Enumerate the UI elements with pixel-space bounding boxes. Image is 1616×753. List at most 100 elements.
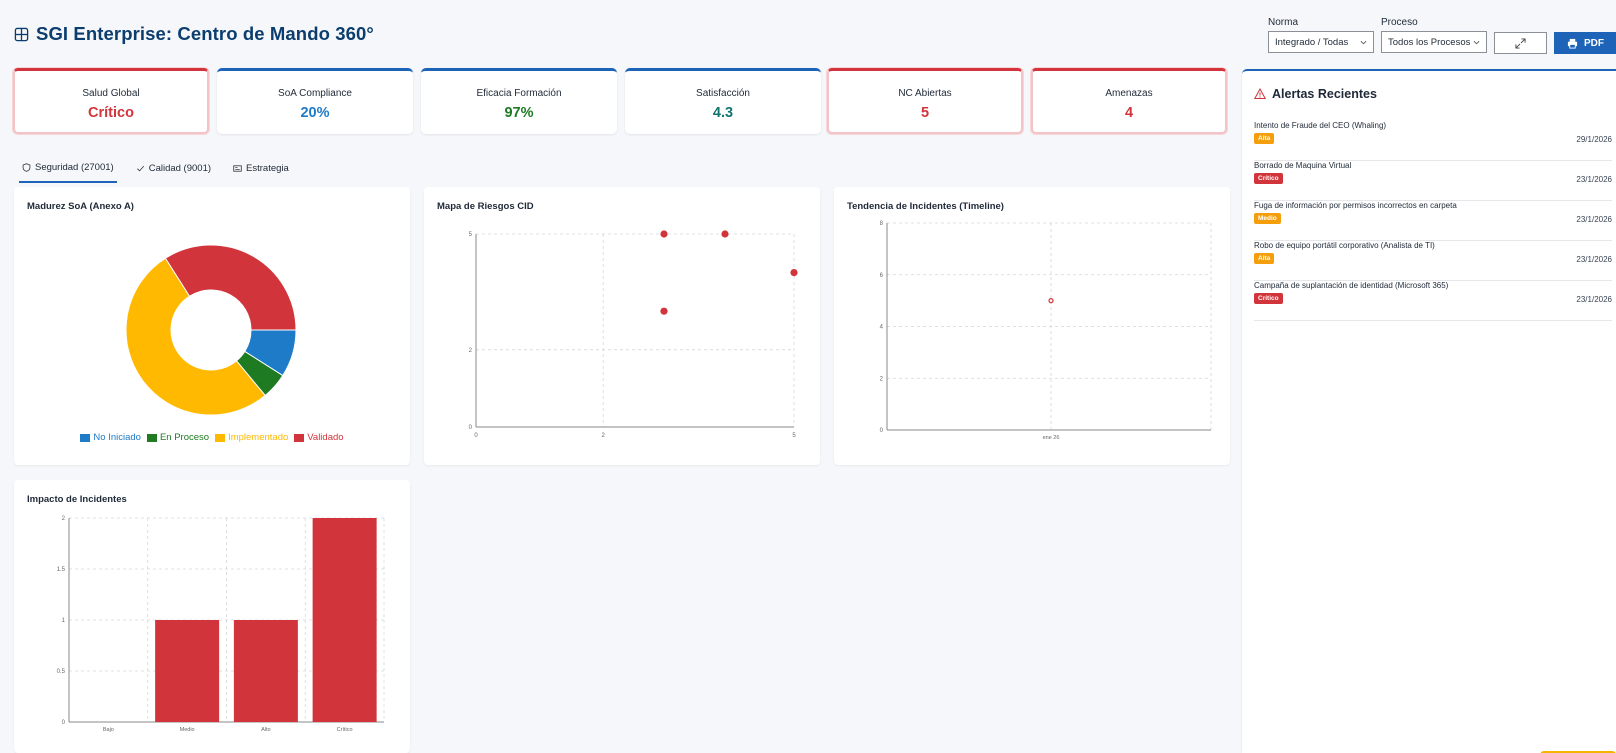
x-tick-label: 2: [602, 433, 606, 439]
alert-title: Intento de Fraude del CEO (Whaling): [1254, 121, 1387, 130]
y-tick-label: 0: [62, 720, 66, 726]
y-tick-label: 2: [62, 516, 66, 522]
alert-title: Campaña de suplantación de identidad (Mi…: [1254, 281, 1449, 290]
tab-label: Seguridad (27001): [35, 162, 114, 173]
kpi-salud-global: Salud Global Crítico: [13, 68, 209, 134]
chevron-down-icon: [1360, 40, 1367, 44]
shield-icon: [22, 163, 31, 172]
y-tick-label: 2: [880, 376, 884, 382]
alert-date: 23/1/2026: [1576, 175, 1612, 184]
y-tick-label: 4: [880, 325, 884, 331]
alert-item[interactable]: Campaña de suplantación de identidad (Mi…: [1254, 281, 1612, 321]
legend-label: En Proceso: [159, 432, 210, 443]
pdf-label: PDF: [1584, 37, 1604, 49]
chevron-down-icon: [1473, 40, 1480, 44]
x-tick-label: Medio: [180, 727, 195, 733]
tab-calidad[interactable]: Calidad (9001): [133, 160, 214, 183]
legend-item[interactable]: Implementado: [215, 432, 288, 443]
alert-title: Borrado de Maquina Virtual: [1254, 161, 1352, 170]
alerts-title: Alertas Recientes: [1272, 87, 1377, 101]
page-title-group: SGI Enterprise: Centro de Mando 360°: [14, 23, 374, 45]
tendencia-panel: Tendencia de Incidentes (Timeline) 02468…: [834, 187, 1230, 465]
x-tick-label: Crítico: [337, 727, 353, 733]
kpi-value: Crítico: [88, 105, 134, 121]
kpi-label: Satisfacción: [696, 88, 750, 99]
kpi-label: Amenazas: [1105, 88, 1153, 99]
x-tick-label: 5: [792, 433, 796, 439]
proceso-filter: Proceso Todos los Procesos: [1381, 17, 1487, 53]
bar: [155, 620, 220, 722]
alerts-panel: Alertas Recientes Intento de Fraude del …: [1242, 69, 1616, 753]
norma-select[interactable]: Integrado / Todas: [1268, 31, 1374, 53]
y-tick-label: 6: [880, 273, 884, 279]
severity-badge: Alta: [1254, 253, 1275, 264]
kpi-eficacia-formacion: Eficacia Formación 97%: [421, 68, 617, 134]
kpi-label: SoA Compliance: [278, 88, 352, 99]
kpi-value: 20%: [300, 105, 330, 121]
y-tick-label: 0.5: [57, 669, 66, 675]
severity-badge: Crítico: [1254, 293, 1283, 304]
kpi-amenazas: Amenazas 4: [1031, 68, 1227, 134]
y-tick-label: 1: [62, 618, 66, 624]
proceso-label: Proceso: [1381, 17, 1418, 28]
bar: [312, 518, 377, 722]
x-tick-label: ene 26: [1043, 435, 1060, 441]
id-card-icon: [233, 165, 242, 172]
kpi-label: Salud Global: [82, 88, 140, 99]
alert-item[interactable]: Fuga de información por permisos incorre…: [1254, 201, 1612, 241]
alert-item[interactable]: Borrado de Maquina Virtual Crítico 23/1/…: [1254, 161, 1612, 201]
legend-item[interactable]: En Proceso: [146, 432, 210, 443]
severity-badge: Medio: [1254, 213, 1281, 224]
riesgos-panel: Mapa de Riesgos CID 025025: [424, 187, 820, 465]
timeline-chart: 0 2 4 6 8 ene 26: [880, 221, 1212, 441]
alert-date: 29/1/2026: [1576, 135, 1612, 144]
check-icon: [136, 165, 144, 172]
proceso-select[interactable]: Todos los Procesos: [1381, 31, 1487, 53]
legend-label: Implementado: [228, 432, 289, 443]
legend-item[interactable]: Validado: [294, 432, 344, 443]
bar: [233, 620, 298, 722]
alert-date: 23/1/2026: [1576, 295, 1612, 304]
tab-label: Calidad (9001): [148, 163, 212, 174]
legend-swatch: [80, 433, 91, 442]
data-point: [721, 230, 729, 238]
printer-icon: [1567, 38, 1578, 49]
data-point: [790, 269, 798, 277]
kpi-nc-abiertas: NC Abiertas 5: [827, 68, 1023, 134]
tab-seguridad[interactable]: Seguridad (27001): [19, 160, 117, 183]
fullscreen-button[interactable]: [1494, 32, 1547, 54]
soa-donut-chart: [125, 244, 297, 416]
y-tick-label: 8: [880, 221, 884, 227]
alert-item[interactable]: Intento de Fraude del CEO (Whaling) Alta…: [1254, 121, 1612, 161]
kpi-value: 4.3: [712, 105, 734, 121]
kpi-value: 4: [1124, 105, 1134, 121]
kpi-soa-compliance: SoA Compliance 20%: [217, 68, 413, 134]
expand-icon: [1515, 37, 1526, 49]
pdf-button[interactable]: PDF: [1554, 32, 1616, 54]
severity-badge: Alta: [1254, 133, 1275, 144]
severity-badge: Crítico: [1254, 173, 1283, 184]
y-tick-label: 1.5: [57, 567, 66, 573]
alert-item[interactable]: Robo de equipo portátil corporativo (Ana…: [1254, 241, 1612, 281]
y-tick-label: 0: [469, 425, 473, 431]
legend-label: No Iniciado: [93, 432, 141, 443]
alerts-header: Alertas Recientes: [1254, 87, 1377, 101]
legend-item[interactable]: No Iniciado: [80, 432, 141, 443]
alert-date: 23/1/2026: [1576, 255, 1612, 264]
kpi-label: NC Abiertas: [898, 88, 952, 99]
impact-bar-chart: 0 0.5 1 1.5 2 Bajo Medio Alto Crítico: [57, 516, 385, 733]
data-point: [1048, 298, 1054, 304]
y-tick-label: 2: [469, 348, 473, 354]
tab-bar: Seguridad (27001) Calidad (9001) Estrate…: [19, 160, 308, 183]
tab-estrategia[interactable]: Estrategia: [230, 160, 292, 183]
warning-icon: [1254, 88, 1266, 99]
legend-label: Validado: [307, 432, 344, 443]
kpi-value: 97%: [504, 105, 534, 121]
legend-swatch: [294, 433, 305, 442]
proceso-value: Todos los Procesos: [1388, 36, 1471, 48]
kpi-value: 5: [920, 105, 930, 121]
x-tick-label: Alto: [261, 727, 270, 733]
y-tick-label: 5: [469, 232, 473, 238]
data-point: [660, 230, 668, 238]
donut-slice: [164, 244, 297, 331]
